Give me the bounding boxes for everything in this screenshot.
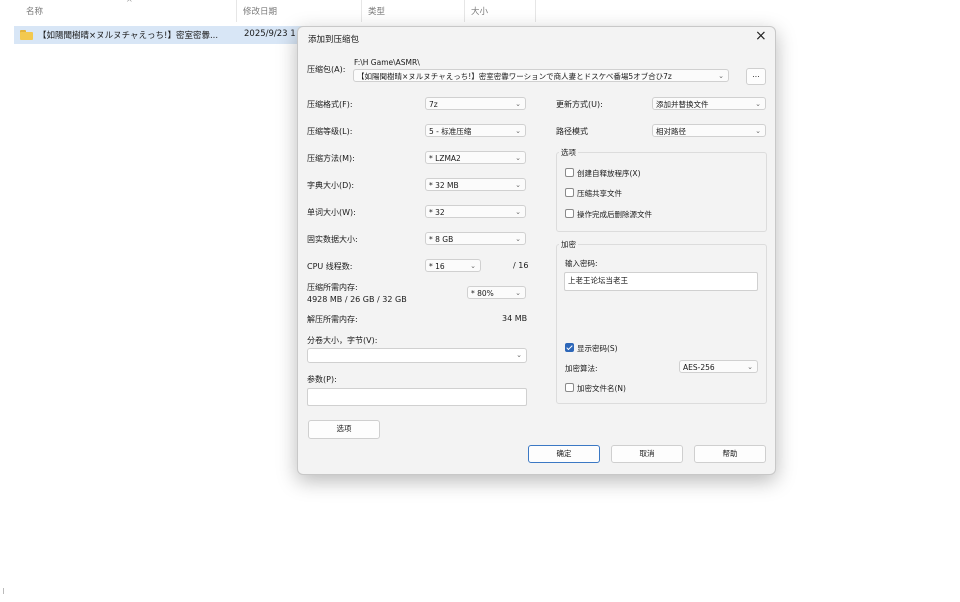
path-mode-value: 相对路径 — [656, 127, 686, 136]
sort-caret-icon: ^ — [126, 0, 133, 7]
file-list-header: ^ 名称 修改日期 类型 大小 — [0, 0, 960, 22]
level-label: 压缩等级(L): — [307, 127, 353, 136]
encrypt-names-label[interactable]: 加密文件名(N) — [577, 383, 626, 394]
encrypt-names-checkbox[interactable] — [565, 383, 574, 392]
file-row[interactable]: 【如陽聞樹晴×ヌルヌチャえっち!】密室密釁... 2025/9/23 1 — [14, 26, 314, 44]
scroll-marker — [3, 588, 4, 594]
cpu-select[interactable]: * 16 ⌄ — [425, 259, 481, 272]
split-combo[interactable]: ⌄ — [307, 348, 527, 363]
method-select[interactable]: * LZMA2 ⌄ — [425, 151, 526, 164]
cpu-value: * 16 — [429, 262, 445, 271]
dialog-title: 添加到压缩包 — [308, 35, 360, 45]
encryption-group-title: 加密 — [559, 239, 578, 250]
browse-button[interactable]: ... — [746, 68, 766, 85]
mem-compress-label: 压缩所需内存: — [307, 283, 358, 292]
path-mode-label: 路径模式 — [556, 127, 588, 136]
solid-label: 固实数据大小: — [307, 235, 358, 244]
encryption-method-value: AES-256 — [683, 363, 715, 372]
sfx-label[interactable]: 创建自释放程序(X) — [577, 168, 641, 179]
dict-label: 字典大小(D): — [307, 181, 355, 190]
chevron-down-icon: ⌄ — [515, 181, 521, 189]
params-label: 参数(P): — [307, 375, 337, 384]
mem-compress-detail: 4928 MB / 26 GB / 32 GB — [307, 295, 407, 304]
ok-button[interactable]: 确定 — [528, 445, 600, 463]
mem-percent-select[interactable]: * 80% ⌄ — [467, 286, 526, 299]
chevron-down-icon: ⌄ — [755, 100, 761, 108]
cpu-label: CPU 线程数: — [307, 262, 353, 271]
encryption-method-label: 加密算法: — [565, 364, 598, 373]
update-mode-label: 更新方式(U): — [556, 100, 603, 109]
help-button[interactable]: 帮助 — [694, 445, 766, 463]
solid-select[interactable]: * 8 GB ⌄ — [425, 232, 526, 245]
word-select[interactable]: * 32 ⌄ — [425, 205, 526, 218]
chevron-down-icon: ⌄ — [470, 262, 476, 270]
column-type[interactable]: 类型 — [368, 5, 385, 17]
folder-icon — [20, 30, 33, 40]
close-icon[interactable]: × — [755, 28, 767, 44]
password-input[interactable]: 上老王论坛当老王 — [564, 272, 758, 291]
cpu-total: / 16 — [513, 261, 529, 270]
mem-decompress-label: 解压所需内存: — [307, 315, 358, 324]
method-value: * LZMA2 — [429, 154, 461, 163]
column-divider[interactable] — [535, 0, 536, 22]
column-divider[interactable] — [361, 0, 362, 22]
column-size[interactable]: 大小 — [471, 5, 488, 17]
word-value: * 32 — [429, 208, 445, 217]
delete-after-checkbox[interactable] — [565, 209, 574, 218]
chevron-down-icon: ⌄ — [515, 154, 521, 162]
chevron-down-icon: ⌄ — [755, 127, 761, 135]
add-to-archive-dialog: 添加到压缩包 × 压缩包(A): F:\H Game\ASMR\ 【如陽聞樹晴×… — [297, 26, 776, 475]
archive-name-combo[interactable]: 【如陽聞樹晴×ヌルヌチャえっち!】密室密釁ワーションで商人妻とドスケベ番場5オブ… — [353, 69, 729, 82]
column-date[interactable]: 修改日期 — [243, 5, 277, 17]
encryption-method-select[interactable]: AES-256 ⌄ — [679, 360, 758, 373]
mem-percent-value: * 80% — [471, 289, 494, 298]
level-value: 5 - 标准压缩 — [429, 127, 472, 136]
dict-select[interactable]: * 32 MB ⌄ — [425, 178, 526, 191]
sfx-checkbox[interactable] — [565, 168, 574, 177]
show-password-label[interactable]: 显示密码(S) — [577, 343, 618, 354]
format-select[interactable]: 7z ⌄ — [425, 97, 526, 110]
options-button[interactable]: 选项 — [308, 420, 380, 439]
column-divider[interactable] — [236, 0, 237, 22]
split-label: 分卷大小，字节(V): — [307, 336, 378, 345]
path-mode-select[interactable]: 相对路径 ⌄ — [652, 124, 766, 137]
chevron-down-icon: ⌄ — [515, 289, 521, 297]
chevron-down-icon: ⌄ — [747, 363, 753, 371]
solid-value: * 8 GB — [429, 235, 454, 244]
params-input[interactable] — [307, 388, 527, 406]
options-group-title: 选项 — [559, 147, 578, 158]
level-select[interactable]: 5 - 标准压缩 ⌄ — [425, 124, 526, 137]
chevron-down-icon: ⌄ — [515, 208, 521, 216]
format-value: 7z — [429, 100, 438, 109]
method-label: 压缩方法(M): — [307, 154, 355, 163]
update-mode-value: 添加并替换文件 — [656, 100, 709, 109]
column-divider[interactable] — [464, 0, 465, 22]
archive-label: 压缩包(A): — [307, 65, 346, 74]
chevron-down-icon[interactable]: ⌄ — [718, 70, 724, 81]
format-label: 压缩格式(F): — [307, 100, 353, 109]
password-label: 输入密码: — [565, 259, 598, 268]
archive-name-value: 【如陽聞樹晴×ヌルヌチャえっち!】密室密釁ワーションで商人妻とドスケベ番場5オブ… — [357, 72, 672, 81]
column-name[interactable]: 名称 — [26, 5, 43, 17]
chevron-down-icon: ⌄ — [516, 351, 522, 359]
mem-decompress-value: 34 MB — [502, 314, 528, 323]
word-label: 单词大小(W): — [307, 208, 356, 217]
dict-value: * 32 MB — [429, 181, 459, 190]
shared-files-checkbox[interactable] — [565, 188, 574, 197]
file-row-name: 【如陽聞樹晴×ヌルヌチャえっち!】密室密釁... — [38, 31, 219, 41]
chevron-down-icon: ⌄ — [515, 127, 521, 135]
chevron-down-icon: ⌄ — [515, 235, 521, 243]
shared-files-label[interactable]: 压缩共享文件 — [577, 188, 622, 199]
show-password-checkbox[interactable] — [565, 343, 574, 352]
archive-folder-path: F:\H Game\ASMR\ — [354, 58, 420, 67]
dialog-titlebar[interactable]: 添加到压缩包 × — [298, 27, 775, 49]
update-mode-select[interactable]: 添加并替换文件 ⌄ — [652, 97, 766, 110]
delete-after-label[interactable]: 操作完成后删除源文件 — [577, 209, 652, 220]
cancel-button[interactable]: 取消 — [611, 445, 683, 463]
chevron-down-icon: ⌄ — [515, 100, 521, 108]
